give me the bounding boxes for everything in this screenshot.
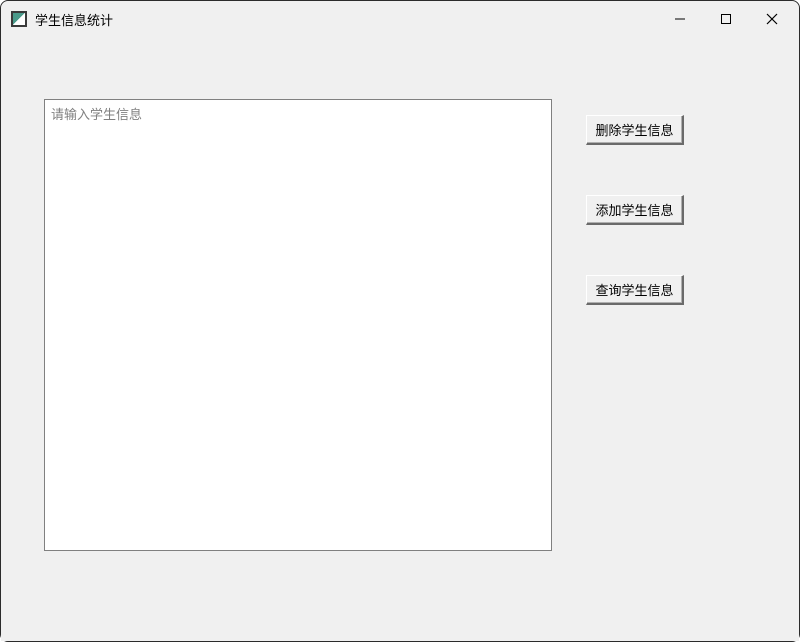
- maximize-button[interactable]: [703, 3, 749, 35]
- query-student-button[interactable]: 查询学生信息: [586, 275, 684, 305]
- maximize-icon: [720, 13, 732, 25]
- application-window: 学生信息统计 删除学生信息 添加学生信息: [0, 0, 800, 642]
- minimize-icon: [674, 13, 686, 25]
- window-controls: [657, 1, 795, 37]
- close-button[interactable]: [749, 3, 795, 35]
- close-icon: [766, 13, 778, 25]
- window-title: 学生信息统计: [35, 10, 113, 29]
- add-student-button[interactable]: 添加学生信息: [586, 195, 684, 225]
- titlebar: 学生信息统计: [1, 1, 799, 37]
- student-info-input[interactable]: [44, 99, 552, 551]
- app-icon: [11, 11, 27, 27]
- delete-student-button[interactable]: 删除学生信息: [586, 115, 684, 145]
- client-area: 删除学生信息 添加学生信息 查询学生信息: [1, 37, 799, 641]
- minimize-button[interactable]: [657, 3, 703, 35]
